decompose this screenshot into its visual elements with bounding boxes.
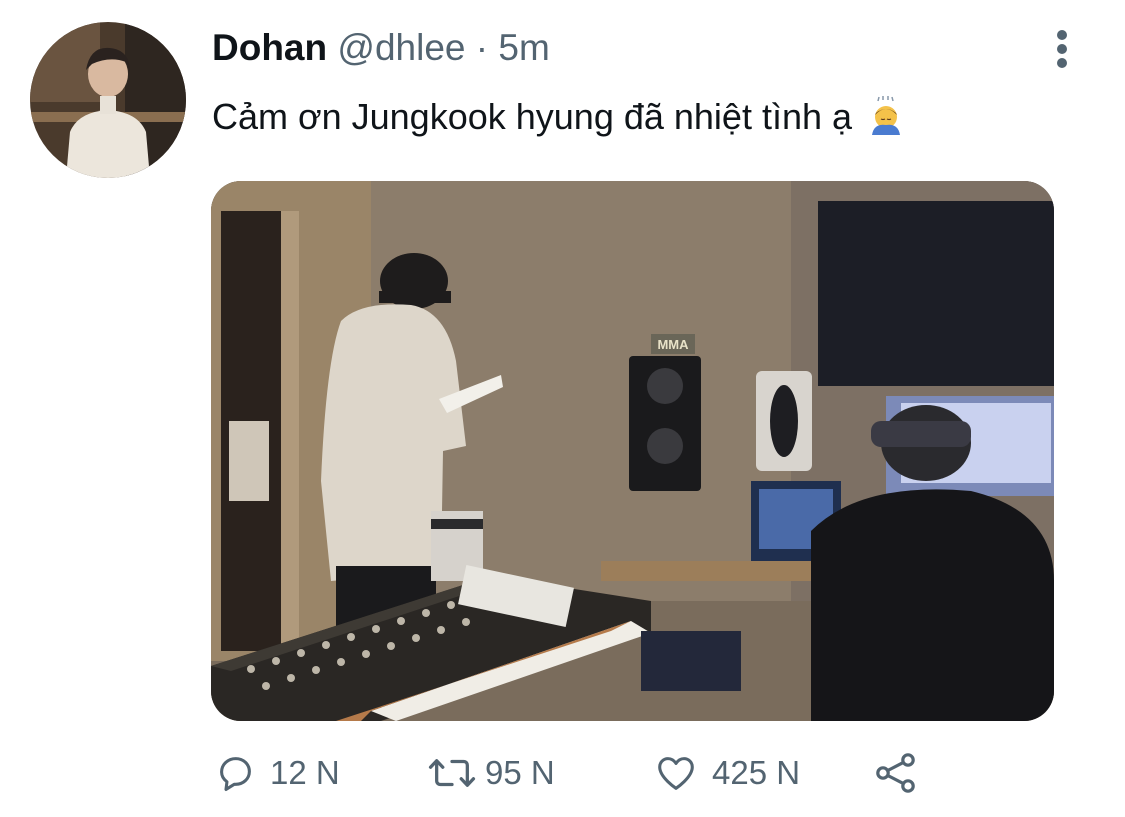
- more-options-icon[interactable]: [1050, 30, 1074, 70]
- timestamp[interactable]: 5m: [498, 27, 549, 68]
- author-name[interactable]: Dohan: [212, 27, 327, 68]
- retweet-count: 95 N: [485, 754, 555, 791]
- reply-icon: [220, 757, 251, 792]
- avatar[interactable]: [30, 22, 186, 178]
- tweet: Dohan @dhlee · 5m Cảm ơn Jungkook hyung …: [0, 0, 1125, 817]
- share-icon: [876, 753, 915, 793]
- tweet-actions: 12 N 95 N 425 N: [212, 748, 932, 798]
- share-button[interactable]: [872, 748, 920, 798]
- heart-icon: [658, 757, 694, 790]
- separator-dot: ·: [475, 27, 489, 68]
- reply-count: 12 N: [270, 754, 340, 791]
- tweet-header: Dohan @dhlee · 5m: [212, 26, 550, 70]
- reply-button[interactable]: 12 N: [212, 748, 340, 798]
- like-count: 425 N: [712, 754, 801, 791]
- author-handle[interactable]: @dhlee: [337, 27, 465, 68]
- retweet-icon: [428, 759, 476, 787]
- retweet-button[interactable]: 95 N: [427, 748, 555, 798]
- tweet-text-content: Cảm ơn Jungkook hyung đã nhiệt tình ạ: [212, 96, 853, 137]
- like-button[interactable]: 425 N: [652, 748, 800, 798]
- award-label: MMA: [657, 337, 689, 352]
- tweet-text: Cảm ơn Jungkook hyung đã nhiệt tình ạ: [212, 94, 906, 140]
- bowing-person-emoji: [872, 96, 901, 135]
- tweet-media-image[interactable]: MMA: [211, 181, 1054, 721]
